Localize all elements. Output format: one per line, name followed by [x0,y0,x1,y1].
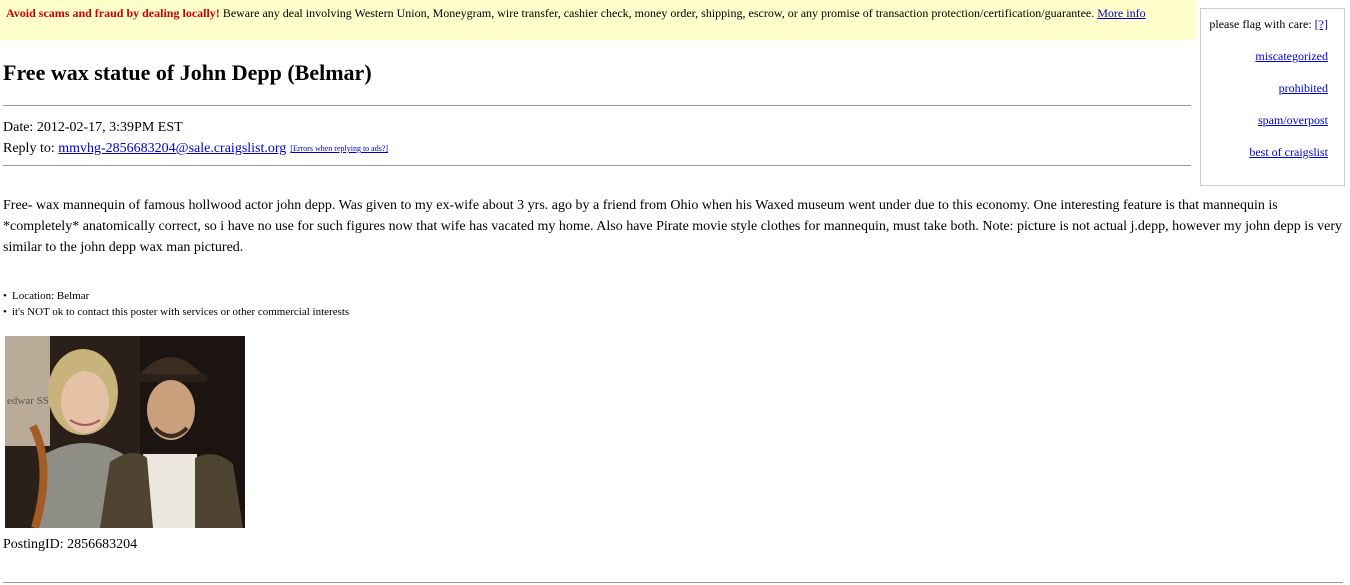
post-date: Date: 2012-02-17, 3:39PM EST [3,120,183,135]
divider [3,105,1191,106]
post-photo[interactable]: edwar SSOR [5,336,245,528]
reply-email-link[interactable]: mmvhg-2856683204@sale.craigslist.org [58,141,286,156]
reply-errors-link[interactable]: [Errors when replying to ads?] [290,144,388,153]
scam-warning-banner: Avoid scams and fraud by dealing locally… [0,0,1196,40]
post-meta: Date: 2012-02-17, 3:39PM EST Reply to: m… [3,117,388,159]
scam-warning-text: Beware any deal involving Western Union,… [219,6,1098,20]
flag-box: please flag with care: [?] miscategorize… [1200,8,1345,186]
post-body: Free- wax mannequin of famous hollwood a… [3,198,1342,255]
reply-line: Reply to: mmvhg-2856683204@sale.craigsli… [3,138,388,159]
flag-box-label: please flag with care: [1209,17,1315,31]
post-facts-list: Location: Belmar it's NOT ok to contact … [3,288,349,320]
more-info-link[interactable]: More info [1097,6,1145,20]
divider [3,165,1191,166]
flag-spam-link[interactable]: spam/overpost [1201,113,1328,145]
flag-miscategorized-link[interactable]: miscategorized [1201,49,1328,81]
flag-best-of-link[interactable]: best of craigslist [1201,145,1328,177]
divider [3,582,1343,583]
flag-prohibited-link[interactable]: prohibited [1201,81,1328,113]
location-fact: Location: Belmar [3,288,349,304]
scam-warning-alert: Avoid scams and fraud by dealing locally… [6,6,220,20]
flag-box-header: please flag with care: [?] [1201,17,1328,49]
reply-label: Reply to: [3,141,59,156]
contact-policy-fact: it's NOT ok to contact this poster with … [3,304,349,320]
flag-help-link[interactable]: [?] [1315,17,1328,31]
posting-id: PostingID: 2856683204 [3,537,138,552]
post-title: Free wax statue of John Depp (Belmar) [3,60,372,85]
